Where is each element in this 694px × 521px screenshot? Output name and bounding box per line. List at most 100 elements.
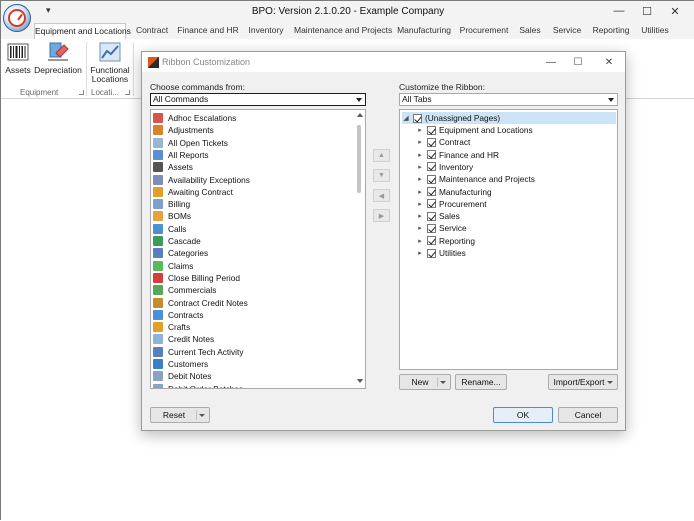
add-command-button[interactable]: ▶ <box>373 209 390 222</box>
command-item[interactable]: BOMs <box>153 210 191 222</box>
rename-button[interactable]: Rename... <box>455 374 507 390</box>
tree-item[interactable]: ▸ Contract <box>416 136 470 148</box>
cancel-button[interactable]: Cancel <box>558 407 618 423</box>
expand-icon[interactable]: ▸ <box>416 188 424 196</box>
maximize-button[interactable]: ☐ <box>633 3 661 19</box>
command-item[interactable]: Contracts <box>153 309 204 321</box>
tree-checkbox[interactable] <box>427 248 436 258</box>
tree-checkbox[interactable] <box>427 162 436 172</box>
tree-item[interactable]: ▸ Maintenance and Projects <box>416 173 535 185</box>
chevron-down-icon[interactable] <box>607 381 613 384</box>
tree-checkbox[interactable] <box>427 199 436 209</box>
commands-scrollbar[interactable] <box>355 111 364 387</box>
tree-item[interactable]: ▸ Inventory <box>416 161 473 173</box>
dialog-minimize-button[interactable]: — <box>538 55 564 69</box>
expand-icon[interactable]: ▸ <box>416 200 424 208</box>
chevron-down-icon[interactable] <box>199 414 205 417</box>
expand-icon[interactable]: ▸ <box>416 224 424 232</box>
tree-item[interactable]: ▸ Service <box>416 222 466 234</box>
command-item[interactable]: Credit Notes <box>153 333 214 345</box>
tree-checkbox[interactable] <box>427 211 436 221</box>
command-item[interactable]: Adjustments <box>153 124 214 136</box>
tab-sales[interactable]: Sales <box>515 23 545 39</box>
command-item[interactable]: Categories <box>153 247 208 259</box>
tab-reporting[interactable]: Reporting <box>590 23 632 39</box>
tab-procurement[interactable]: Procurement <box>458 23 510 39</box>
tree-checkbox[interactable] <box>427 125 436 135</box>
tree-item[interactable]: ▸ Manufacturing <box>416 186 491 198</box>
expand-icon[interactable]: ▸ <box>416 249 424 257</box>
tree-root-unassigned-pages[interactable]: ◢ (Unassigned Pages) <box>402 112 616 124</box>
ribbon-tree[interactable]: ◢ (Unassigned Pages) ▸ Equipment and Loca… <box>399 109 618 370</box>
tab-equipment-and-locations[interactable]: Equipment and Locations <box>34 23 131 39</box>
tree-checkbox[interactable] <box>427 150 436 160</box>
tree-checkbox[interactable] <box>427 187 436 196</box>
command-item[interactable]: Claims <box>153 260 193 272</box>
tree-checkbox[interactable] <box>427 236 436 246</box>
group-launcher-icon[interactable] <box>125 90 130 95</box>
commands-list[interactable]: Adhoc Escalations Adjustments All Open Tic… <box>150 109 366 389</box>
app-menu-icon[interactable] <box>3 4 31 32</box>
tab-manufacturing[interactable]: Manufacturing <box>395 23 453 39</box>
remove-command-button[interactable]: ◀ <box>373 189 390 202</box>
tree-checkbox[interactable] <box>427 174 436 184</box>
move-up-button[interactable]: ▲ <box>373 149 390 162</box>
expand-icon[interactable]: ▸ <box>416 151 424 159</box>
expand-icon[interactable]: ▸ <box>416 163 424 171</box>
expand-icon[interactable]: ▸ <box>416 212 424 220</box>
expand-icon[interactable]: ▸ <box>416 138 424 146</box>
dialog-maximize-button[interactable]: ☐ <box>565 55 591 69</box>
move-down-button[interactable]: ▼ <box>373 169 390 182</box>
tree-checkbox[interactable] <box>427 137 436 147</box>
group-launcher-icon[interactable] <box>79 90 84 95</box>
dialog-close-button[interactable]: ✕ <box>596 55 622 69</box>
command-item[interactable]: Current Tech Activity <box>153 346 243 358</box>
command-item[interactable]: Awaiting Contract <box>153 186 233 198</box>
command-item[interactable]: Commercials <box>153 284 216 296</box>
tab-service[interactable]: Service <box>549 23 585 39</box>
command-item[interactable]: Cascade <box>153 235 201 247</box>
minimize-button[interactable]: — <box>605 3 633 19</box>
reset-button[interactable]: Reset <box>150 407 210 423</box>
expand-icon[interactable]: ▸ <box>416 175 424 183</box>
command-item[interactable]: Availability Exceptions <box>153 174 250 186</box>
customize-ribbon-select[interactable]: All Tabs <box>399 93 618 106</box>
tab-finance-and-hr[interactable]: Finance and HR <box>177 23 239 39</box>
tab-maintenance-and-projects[interactable]: Maintenance and Projects <box>294 23 392 39</box>
tree-item[interactable]: ▸ Reporting <box>416 235 475 247</box>
command-item[interactable]: Assets <box>153 161 193 173</box>
scroll-down-icon[interactable] <box>357 379 363 383</box>
close-button[interactable]: ✕ <box>661 3 689 19</box>
command-item[interactable]: Debit Notes <box>153 370 211 382</box>
tree-item[interactable]: ▸ Equipment and Locations <box>416 124 532 136</box>
new-button[interactable]: New <box>399 374 451 390</box>
tree-checkbox[interactable] <box>413 113 422 123</box>
scroll-up-icon[interactable] <box>357 113 363 117</box>
command-item[interactable]: Close Billing Period <box>153 272 240 284</box>
expand-icon[interactable]: ▸ <box>416 237 424 245</box>
expand-icon[interactable]: ▸ <box>416 126 424 134</box>
ok-button[interactable]: OK <box>493 407 553 423</box>
tab-inventory[interactable]: Inventory <box>245 23 287 39</box>
depreciation-ribbon-button[interactable]: Depreciation <box>34 41 82 75</box>
tree-item[interactable]: ▸ Finance and HR <box>416 149 499 161</box>
command-item[interactable]: Crafts <box>153 321 190 333</box>
tab-contract[interactable]: Contract <box>132 23 172 39</box>
command-item[interactable]: Debit Order Batches <box>153 383 243 388</box>
tree-item[interactable]: ▸ Procurement <box>416 198 486 210</box>
functional-locations-ribbon-button[interactable]: Functional Locations <box>90 41 130 84</box>
command-item[interactable]: Customers <box>153 358 208 370</box>
command-item[interactable]: Billing <box>153 198 190 210</box>
tree-checkbox[interactable] <box>427 223 436 233</box>
import-export-button[interactable]: Import/Export <box>548 374 618 390</box>
assets-ribbon-button[interactable]: Assets <box>5 41 31 75</box>
choose-commands-select[interactable]: All Commands <box>150 93 366 106</box>
command-item[interactable]: Adhoc Escalations <box>153 112 236 124</box>
command-item[interactable]: All Reports <box>153 149 209 161</box>
command-item[interactable]: Calls <box>153 223 186 235</box>
chevron-down-icon[interactable] <box>440 381 446 384</box>
tree-item[interactable]: ▸ Sales <box>416 210 460 222</box>
tab-utilities[interactable]: Utilities <box>637 23 673 39</box>
scroll-thumb[interactable] <box>357 125 361 193</box>
command-item[interactable]: All Open Tickets <box>153 137 228 149</box>
